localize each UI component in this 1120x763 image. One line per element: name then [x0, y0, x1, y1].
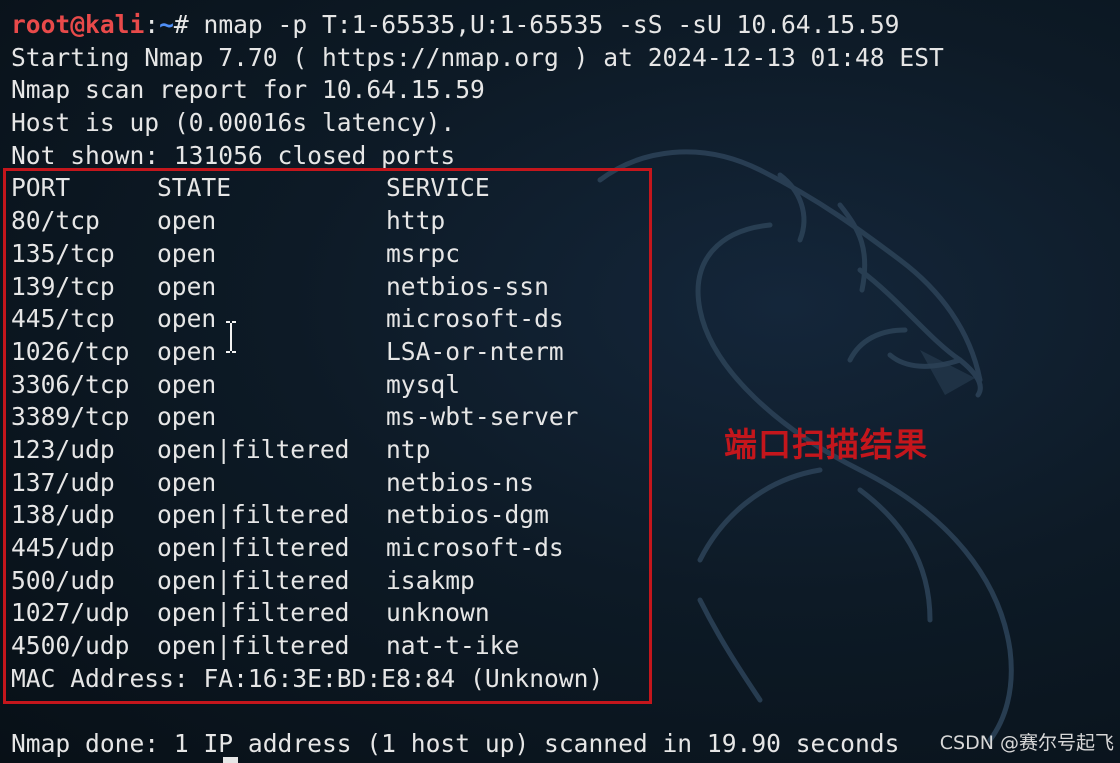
- service-cell: microsoft-ds: [386, 533, 564, 562]
- column-header-port: PORT: [11, 173, 71, 203]
- annotation-label: 端口扫描结果: [724, 425, 928, 464]
- state-cell: open: [157, 402, 217, 432]
- state-cell: open: [157, 206, 217, 236]
- table-row: 445/tcp open microsoft-ds: [11, 303, 944, 336]
- state-cell: open|filtered: [157, 500, 350, 530]
- service-cell: http: [386, 206, 446, 236]
- prompt-path: ~: [159, 10, 174, 39]
- service-cell: netbios-ssn: [386, 271, 549, 301]
- table-row: 139/tcp open netbios-ssn: [11, 271, 944, 304]
- state-cell: open|filtered: [157, 565, 350, 595]
- state-cell: open: [157, 369, 217, 399]
- state-cell: open: [157, 336, 217, 366]
- port-cell: 123/udp: [11, 434, 115, 464]
- service-cell: LSA-or-nterm: [386, 336, 564, 366]
- port-cell: 500/udp: [11, 565, 115, 595]
- prompt-user-host: root@kali: [11, 10, 145, 39]
- port-cell: 445/tcp: [11, 304, 115, 334]
- scan-done-line: Nmap done: 1 IP address (1 host up) scan…: [11, 729, 900, 759]
- port-cell: 1027/udp: [11, 598, 130, 628]
- port-cell: 3389/tcp: [11, 402, 130, 432]
- terminal-output: root@kali:~# nmap -p T:1-65535,U:1-65535…: [11, 9, 944, 761]
- table-row: 1026/tcp open LSA-or-nterm: [11, 336, 944, 369]
- output-line-start: Starting Nmap 7.70 ( https://nmap.org ) …: [11, 42, 944, 72]
- state-cell: open|filtered: [157, 631, 350, 661]
- service-cell: unknown: [386, 598, 490, 628]
- command-line: root@kali:~# nmap -p T:1-65535,U:1-65535…: [11, 9, 944, 42]
- port-cell: 445/udp: [11, 533, 115, 562]
- command-text: nmap -p T:1-65535,U:1-65535 -sS -sU 10.6…: [203, 10, 900, 39]
- service-cell: isakmp: [386, 565, 475, 595]
- table-row: 80/tcp open http: [11, 205, 944, 238]
- column-header-state: STATE: [157, 173, 232, 203]
- service-cell: ms-wbt-server: [386, 402, 579, 432]
- service-cell: microsoft-ds: [386, 304, 564, 334]
- service-cell: nat-t-ike: [386, 631, 520, 661]
- table-row: 137/udp open netbios-ns: [11, 467, 944, 500]
- state-cell: open|filtered: [157, 533, 350, 562]
- state-cell: open|filtered: [157, 434, 350, 464]
- table-row: 135/tcp open msrpc: [11, 238, 944, 271]
- table-row: 445/udp open|filtered microsoft-ds: [11, 532, 944, 565]
- table-row: 500/udp open|filtered isakmp: [11, 565, 944, 598]
- table-row: 138/udp open|filtered netbios-dgm: [11, 499, 944, 532]
- state-cell: open: [157, 467, 217, 497]
- table-header: PORT STATE SERVICE: [11, 172, 944, 205]
- prompt-symbol: #: [173, 10, 204, 39]
- port-cell: 138/udp: [11, 500, 115, 530]
- state-cell: open: [157, 304, 217, 334]
- state-cell: open: [157, 271, 217, 301]
- port-cell: 3306/tcp: [11, 369, 130, 399]
- port-cell: 4500/udp: [11, 631, 130, 661]
- service-cell: netbios-dgm: [386, 500, 549, 530]
- port-cell: 135/tcp: [11, 238, 115, 268]
- prompt-separator: :: [144, 10, 160, 39]
- port-cell: 1026/tcp: [11, 336, 130, 366]
- port-cell: 80/tcp: [11, 206, 100, 236]
- terminal-cursor: [223, 757, 238, 763]
- table-row: 4500/udp open|filtered nat-t-ike: [11, 630, 944, 663]
- port-cell: 137/udp: [11, 467, 115, 497]
- terminal-window[interactable]: root@kali:~# nmap -p T:1-65535,U:1-65535…: [0, 0, 1120, 763]
- table-row: 3306/tcp open mysql: [11, 369, 944, 402]
- service-cell: msrpc: [386, 238, 461, 268]
- ibeam-cursor-icon: [226, 321, 236, 353]
- mac-address-line: MAC Address: FA:16:3E:BD:E8:84 (Unknown): [11, 663, 604, 693]
- service-cell: ntp: [386, 434, 431, 464]
- column-header-service: SERVICE: [386, 173, 490, 203]
- watermark: CSDN @赛尔号起飞: [939, 732, 1114, 754]
- table-row: 1027/udp open|filtered unknown: [11, 597, 944, 630]
- state-cell: open: [157, 238, 217, 268]
- service-cell: netbios-ns: [386, 467, 535, 497]
- state-cell: open|filtered: [157, 598, 350, 628]
- output-line-not-shown: Not shown: 131056 closed ports: [11, 140, 456, 170]
- output-line-host-up: Host is up (0.00016s latency).: [11, 108, 456, 138]
- port-cell: 139/tcp: [11, 271, 115, 301]
- output-line-report: Nmap scan report for 10.64.15.59: [11, 75, 485, 105]
- service-cell: mysql: [386, 369, 461, 399]
